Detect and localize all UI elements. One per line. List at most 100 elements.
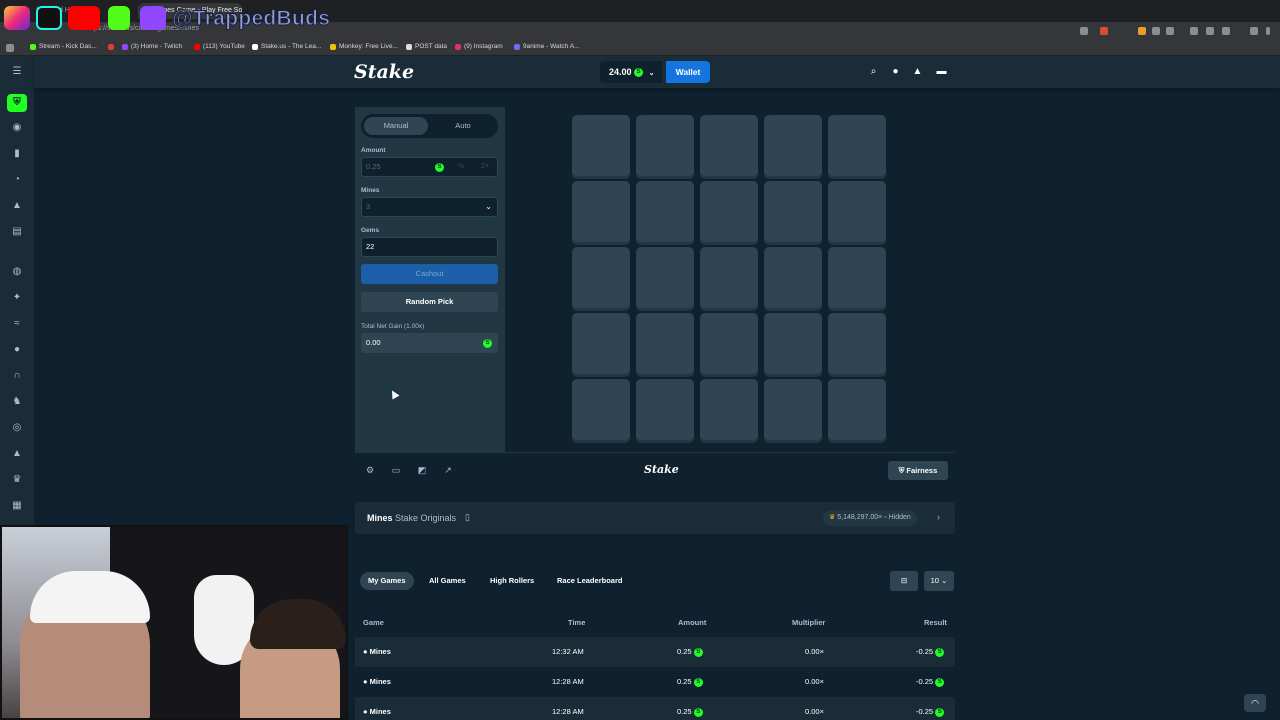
- mine-tile[interactable]: [636, 181, 694, 242]
- tab-race-leaderboard[interactable]: Race Leaderboard: [549, 572, 630, 590]
- live-support-button[interactable]: ◠: [1244, 694, 1266, 712]
- table-row[interactable]: ● Mines 12:28 AM 0.25 S 0.00× -0.25 S: [355, 697, 955, 720]
- game-cell[interactable]: ● Mines: [363, 707, 391, 716]
- bookmark-stake[interactable]: Stake.us - The Lea...: [252, 43, 321, 50]
- mine-tile[interactable]: [572, 313, 630, 374]
- mine-tile[interactable]: [572, 181, 630, 242]
- mine-tile[interactable]: [764, 379, 822, 440]
- mine-tile[interactable]: [764, 313, 822, 374]
- max-win-stat: ♛ 5,148,297.00× ▫ Hidden: [823, 510, 917, 526]
- table-row[interactable]: ● Mines 12:32 AM 0.25 S 0.00× -0.25 S: [355, 637, 955, 667]
- bookmark-9anime[interactable]: 9anime - Watch A...: [514, 43, 579, 50]
- flask-icon[interactable]: ▲: [11, 200, 23, 212]
- extension-icon[interactable]: [1138, 27, 1146, 35]
- random-pick-button[interactable]: Random Pick: [361, 292, 498, 312]
- cashout-button[interactable]: Cashout: [361, 264, 498, 284]
- user-icon[interactable]: ●: [890, 66, 901, 77]
- page-size-select[interactable]: 10 ⌄: [924, 571, 954, 591]
- mine-tile[interactable]: [700, 379, 758, 440]
- vpn-icon[interactable]: [1250, 27, 1258, 35]
- mine-tile[interactable]: [636, 115, 694, 176]
- trend-icon[interactable]: ≈: [11, 318, 23, 330]
- tab-auto[interactable]: Auto: [431, 117, 495, 135]
- filter-button[interactable]: ⊟: [890, 571, 918, 591]
- mine-tile[interactable]: [636, 247, 694, 308]
- slots-icon[interactable]: ◍: [11, 266, 23, 278]
- mine-tile[interactable]: [764, 115, 822, 176]
- table-row[interactable]: ● Mines 12:28 AM 0.25 S 0.00× -0.25 S: [355, 667, 955, 697]
- stake-shield-icon[interactable]: ⛨: [7, 94, 27, 112]
- extension-icon[interactable]: [1166, 27, 1174, 35]
- fire-icon[interactable]: ●: [11, 344, 23, 356]
- mode-tabs: Manual Auto: [361, 114, 498, 138]
- recent-icon[interactable]: ◔: [11, 174, 23, 186]
- popout-icon[interactable]: ↗: [443, 465, 453, 475]
- sidebar-icon[interactable]: [1206, 27, 1214, 35]
- game-cell[interactable]: ● Mines: [363, 647, 391, 656]
- horse-icon[interactable]: ♞: [11, 396, 23, 408]
- wallet-button[interactable]: Wallet: [666, 61, 710, 83]
- tab-manual[interactable]: Manual: [364, 117, 428, 135]
- tab-high-rollers[interactable]: High Rollers: [482, 572, 542, 590]
- bookmark-post-data[interactable]: POST data: [406, 43, 447, 50]
- mine-tile[interactable]: [572, 247, 630, 308]
- game-info-bar[interactable]: Mines Stake Originals ▯ ♛ 5,148,297.00× …: [355, 502, 955, 534]
- stake-logo[interactable]: Stake: [354, 61, 414, 83]
- half-bet-button[interactable]: ½: [458, 158, 464, 176]
- media-icon[interactable]: [1190, 27, 1198, 35]
- grid-icon[interactable]: ▦: [11, 500, 23, 512]
- mine-tile[interactable]: [636, 379, 694, 440]
- menu-dots-icon[interactable]: [1266, 27, 1270, 35]
- mine-tile[interactable]: [828, 379, 886, 440]
- mine-tile[interactable]: [700, 247, 758, 308]
- extension-icon[interactable]: [1080, 27, 1088, 35]
- bookmark-icon[interactable]: ▯: [465, 512, 470, 523]
- mines-select[interactable]: 3 ⌄: [361, 197, 498, 217]
- bookmark-monkey[interactable]: Monkey: Free Live...: [330, 43, 398, 50]
- live-dealer-icon[interactable]: ∩: [11, 370, 23, 382]
- news-icon[interactable]: ▤: [11, 226, 23, 238]
- amount-input[interactable]: 0.25 S ½ 2×: [361, 157, 498, 177]
- sparkle-icon[interactable]: ✦: [11, 292, 23, 304]
- mine-tile[interactable]: [700, 115, 758, 176]
- chevron-right-icon[interactable]: ›: [937, 512, 940, 522]
- mine-tile[interactable]: [828, 181, 886, 242]
- bookmark-instagram[interactable]: (9) Instagram: [455, 43, 503, 50]
- bookmark-icon[interactable]: ▮: [11, 148, 23, 160]
- bookmark-kick[interactable]: Stream - Kick Das...: [30, 43, 97, 50]
- fairness-button[interactable]: ⛨ Fairness: [888, 461, 948, 480]
- chat-icon[interactable]: ▬: [936, 66, 947, 77]
- notification-bell-icon[interactable]: ▲: [912, 66, 923, 77]
- settings-icon[interactable]: ⚙: [365, 465, 375, 475]
- game-cell[interactable]: ● Mines: [363, 677, 391, 686]
- casino-icon[interactable]: ◉: [11, 122, 23, 134]
- stats-icon[interactable]: ◩: [417, 465, 427, 475]
- bookmark-youtube[interactable]: (113) YouTube: [194, 43, 245, 50]
- target-icon[interactable]: ◎: [11, 422, 23, 434]
- theatre-mode-icon[interactable]: ▭: [391, 465, 401, 475]
- search-icon[interactable]: ⌕: [868, 66, 879, 77]
- apps-grid-icon[interactable]: [6, 44, 14, 52]
- mine-tile[interactable]: [828, 247, 886, 308]
- time-cell: 12:32 AM: [552, 647, 584, 656]
- tab-my-games[interactable]: My Games: [360, 572, 414, 590]
- mine-tile[interactable]: [828, 313, 886, 374]
- lab-icon[interactable]: ▲: [11, 448, 23, 460]
- mine-tile[interactable]: [572, 379, 630, 440]
- brave-shield-icon[interactable]: [1100, 27, 1108, 35]
- wallet-ext-icon[interactable]: [1222, 27, 1230, 35]
- bookmark-twitch[interactable]: (3) Home - Twitch: [122, 43, 182, 50]
- extension-icon[interactable]: [1152, 27, 1160, 35]
- menu-icon[interactable]: ☰: [11, 66, 23, 78]
- mine-tile[interactable]: [764, 247, 822, 308]
- mine-tile[interactable]: [828, 115, 886, 176]
- mine-tile[interactable]: [572, 115, 630, 176]
- mine-tile[interactable]: [764, 181, 822, 242]
- double-bet-button[interactable]: 2×: [481, 158, 489, 176]
- trophy-icon[interactable]: ♛: [11, 474, 23, 486]
- mine-tile[interactable]: [700, 313, 758, 374]
- mine-tile[interactable]: [700, 181, 758, 242]
- tab-all-games[interactable]: All Games: [421, 572, 474, 590]
- mine-tile[interactable]: [636, 313, 694, 374]
- balance-display[interactable]: 24.00 S ⌄: [600, 61, 662, 83]
